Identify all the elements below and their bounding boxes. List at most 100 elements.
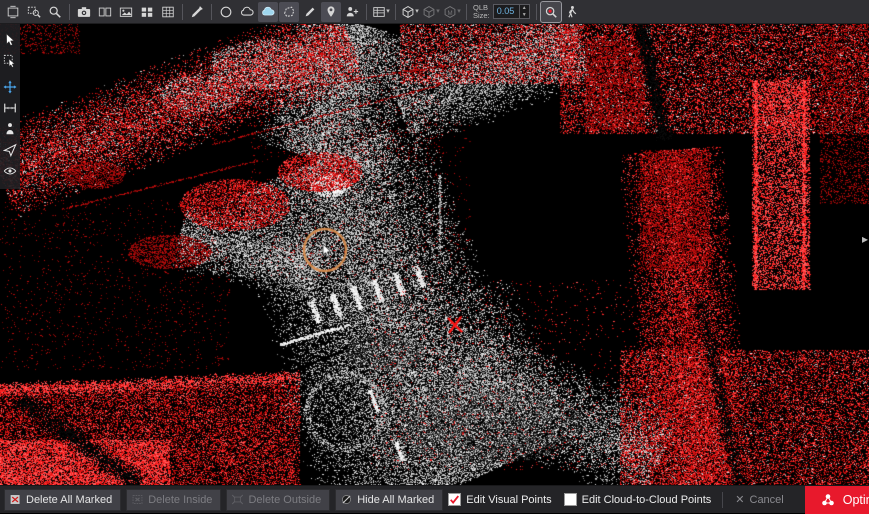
scope-icon [3, 164, 17, 178]
image-view-button[interactable] [116, 2, 136, 22]
dropdown-caret-icon: ▾ [386, 8, 390, 15]
toolbar-separator [395, 4, 396, 20]
inspect-tool-button[interactable] [541, 2, 561, 22]
close-icon: ✕ [735, 493, 744, 506]
lasso-icon [282, 5, 296, 19]
pan-tool-button[interactable] [1, 78, 19, 96]
fit-view-icon [6, 5, 20, 19]
box-select-tool-button[interactable] [1, 52, 19, 70]
mark-action-buttons: Delete All Marked Delete Inside Delete Out… [4, 489, 443, 511]
hide-all-marked-button[interactable]: Hide All Marked [335, 489, 443, 511]
dropdown-caret-icon: ▾ [436, 8, 440, 15]
toolbar-separator [182, 4, 183, 20]
cancel-button[interactable]: ✕ Cancel [722, 492, 793, 508]
select-tool-button[interactable] [1, 31, 19, 49]
select-group [216, 2, 362, 22]
options-group: ▾ [371, 2, 391, 22]
toolbar-left-groups: ▾▾▾M▾ [3, 2, 471, 22]
circle-select-icon [219, 5, 233, 19]
toolbar-separator [536, 4, 537, 20]
view-options-button[interactable]: ▾ [371, 2, 391, 22]
toolbar-separator [366, 4, 367, 20]
grid-view-button[interactable] [158, 2, 178, 22]
cursor-icon [3, 33, 17, 47]
cube-wire-view-button: ▾ [421, 2, 441, 22]
person-view-tool-button[interactable] [1, 120, 19, 138]
qlb-size-label: QLB Size: [473, 4, 490, 20]
viewport-canvas[interactable] [0, 24, 869, 485]
pencil-select-button[interactable] [300, 2, 320, 22]
toolbar-right-groups [541, 2, 582, 22]
optimize-bundle-label: Optimize Bundle [843, 493, 869, 507]
pin-button[interactable] [321, 2, 341, 22]
spin-down-icon[interactable]: ▼ [520, 12, 529, 19]
navigate-tool-button[interactable] [1, 141, 19, 159]
cube-model-view-button: M▾ [442, 2, 462, 22]
navigate-icon [3, 143, 17, 157]
cube-icon [422, 5, 436, 19]
expand-panel-arrow[interactable]: ▸ [862, 233, 868, 245]
checkbox-label: Edit Visual Points [466, 494, 551, 506]
table-menu-icon [372, 5, 386, 19]
toolbar-separator [69, 4, 70, 20]
split-view-button[interactable] [95, 2, 115, 22]
split-view-icon [98, 5, 112, 19]
cube-group: ▾▾M▾ [400, 2, 462, 22]
circle-select-button[interactable] [216, 2, 236, 22]
measure-icon [3, 101, 17, 115]
qlb-size-value[interactable]: 0.05 [494, 5, 519, 18]
qlb-size-spinner[interactable]: ▲ ▼ [519, 5, 529, 18]
paint-select-button[interactable] [187, 2, 207, 22]
cloud-points-button[interactable] [258, 2, 278, 22]
button-label: Delete Inside [148, 494, 212, 506]
dropdown-caret-icon: ▾ [415, 8, 419, 15]
delete-all-marked-button[interactable]: Delete All Marked [4, 489, 121, 511]
qlb-size-input[interactable]: 0.05 ▲ ▼ [493, 4, 530, 19]
camera-button[interactable] [74, 2, 94, 22]
cloud-select-button[interactable] [237, 2, 257, 22]
button-label: Delete Outside [248, 494, 321, 506]
view-group [3, 2, 65, 22]
image-icon [119, 5, 133, 19]
add-viewpoint-button[interactable] [342, 2, 362, 22]
edit-cloud-to-cloud-points-checkbox[interactable]: Edit Cloud-to-Cloud Points [564, 493, 712, 506]
person-add-icon [345, 5, 359, 19]
edit-visual-points-checkbox[interactable]: Edit Visual Points [448, 493, 551, 506]
pin-icon [324, 5, 338, 19]
display-group [74, 2, 178, 22]
cloud-points-icon [261, 5, 275, 19]
zoom-window-button[interactable] [24, 2, 44, 22]
delete-inside-button: Delete Inside [126, 489, 221, 511]
bottom-right-controls: Edit Visual Points Edit Cloud-to-Cloud Po… [448, 486, 869, 513]
edit-points-checkboxes: Edit Visual Points Edit Cloud-to-Cloud Po… [448, 493, 711, 506]
thumbs-icon [140, 5, 154, 19]
lasso-select-button[interactable] [279, 2, 299, 22]
cube-view-button[interactable]: ▾ [400, 2, 420, 22]
toolbar-separator [211, 4, 212, 20]
person-icon [3, 122, 17, 136]
thumbnail-view-button[interactable] [137, 2, 157, 22]
dropdown-caret-icon: ▾ [457, 8, 461, 15]
hide-marked-icon [340, 493, 353, 506]
checkbox-checked-icon [448, 493, 461, 506]
inspect-group [541, 2, 582, 22]
qlb-size-widget: QLB Size: 0.05 ▲ ▼ [473, 4, 530, 20]
svg-text:M: M [448, 10, 453, 17]
zoom-icon [48, 5, 62, 19]
fit-view-button[interactable] [3, 2, 23, 22]
zoom-button[interactable] [45, 2, 65, 22]
pencil-icon [303, 5, 317, 19]
walk-tool-button[interactable] [562, 2, 582, 22]
zoom-window-icon [27, 5, 41, 19]
cube-m-icon: M [443, 5, 457, 19]
grid-icon [161, 5, 175, 19]
look-around-tool-button[interactable] [1, 162, 19, 180]
measure-tool-button[interactable] [1, 99, 19, 117]
left-toolbar [0, 24, 20, 189]
delete-outside-button: Delete Outside [226, 489, 330, 511]
paint-group [187, 2, 207, 22]
delete-marked-icon [9, 493, 22, 506]
optimize-bundle-button[interactable]: Optimize Bundle [805, 486, 869, 514]
cancel-label: Cancel [750, 494, 784, 506]
qlb-label-line2: Size: [473, 12, 490, 20]
